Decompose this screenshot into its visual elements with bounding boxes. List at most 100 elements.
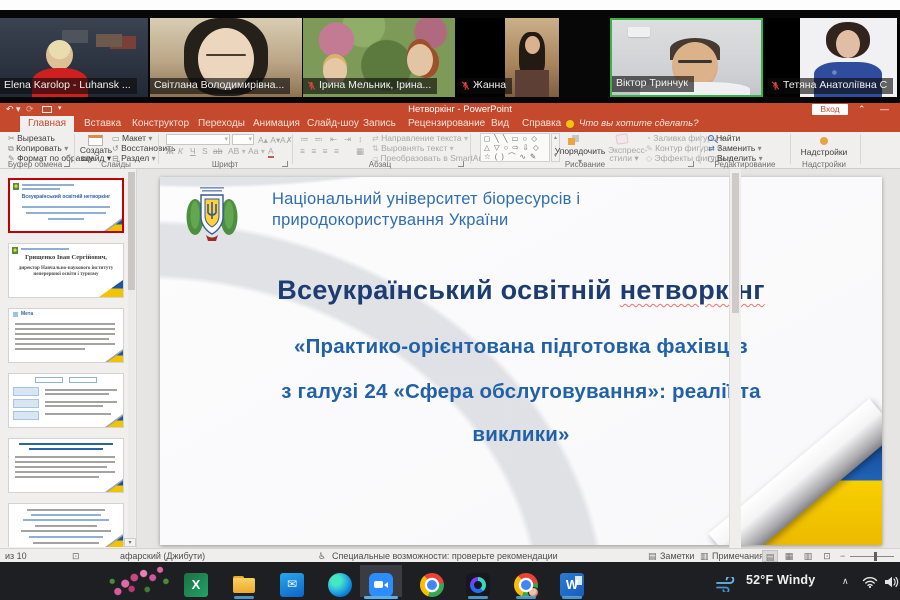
character-spacing-button[interactable]: АВ ▾ xyxy=(228,146,246,157)
start-slideshow-icon[interactable] xyxy=(42,106,52,113)
font-name-combobox[interactable] xyxy=(166,134,230,145)
chrome-taskbar-icon[interactable] xyxy=(420,573,444,597)
slide-canvas[interactable]: Національний університет біоресурсів і п… xyxy=(160,177,882,545)
line-spacing-button[interactable]: ↕ xyxy=(358,134,362,144)
thumbnail-slide-3[interactable]: Мета xyxy=(8,308,124,363)
top-white-strip xyxy=(0,0,900,10)
change-case-button[interactable]: Аа ▾ xyxy=(248,146,265,157)
participant-name: Тетяна Анатоліївна С xyxy=(783,79,887,92)
view-slide-sorter-button[interactable]: ▦ xyxy=(781,550,797,562)
portrait-video xyxy=(505,18,559,97)
tab-retsenzirovanie[interactable]: Рецензирование xyxy=(404,116,489,132)
minimize-button[interactable]: — xyxy=(880,104,889,114)
tab-zapis[interactable]: Запись xyxy=(359,116,400,132)
participant-tile-viktor[interactable]: Віктор Тринчук xyxy=(610,18,763,97)
tray-chevron-icon[interactable]: ∧ xyxy=(842,576,849,587)
underline-button[interactable]: Ч xyxy=(190,146,196,156)
clear-format-button[interactable]: А✗ xyxy=(280,135,293,145)
search-highlight-flower-image[interactable] xyxy=(102,559,176,600)
zoom-out-button[interactable]: − xyxy=(840,551,845,561)
zoom-slider-thumb[interactable] xyxy=(874,552,877,561)
weather-wind-icon xyxy=(716,577,740,592)
person-glasses xyxy=(206,54,246,56)
accessibility-status[interactable]: Специальные возможности: проверьте реком… xyxy=(332,551,558,561)
chrome-profile-taskbar-icon[interactable] xyxy=(514,573,538,597)
participant-tile-zhanna[interactable]: Жанна xyxy=(455,18,560,97)
tab-vstavka[interactable]: Вставка xyxy=(80,116,125,132)
zoom-slider-track[interactable] xyxy=(850,556,894,557)
decrease-indent-button[interactable]: ⇤ xyxy=(330,134,337,144)
thumbnail-slide-6[interactable] xyxy=(8,503,124,547)
font-grow-shrink-buttons[interactable]: А▴ А▾ xyxy=(258,135,280,145)
find-button[interactable]: Найти xyxy=(708,133,740,143)
alignment-buttons[interactable]: ≡ ≡ ≡ ≡ xyxy=(300,146,341,156)
participant-name: Віктор Тринчук xyxy=(616,77,688,90)
thumbnail-slide-2[interactable]: Грищенко Іван Сергійович, директор Навча… xyxy=(8,243,124,298)
view-reading-button[interactable]: ▥ xyxy=(800,550,816,562)
sign-in-button[interactable]: Вход xyxy=(812,104,848,115)
tab-vid[interactable]: Вид xyxy=(487,116,513,132)
tab-spravka[interactable]: Справка xyxy=(518,116,565,132)
redo-icon[interactable]: ⟳ xyxy=(26,104,34,115)
slide-subtitle-line1: «Практико-орієнтована підготовка фахівці… xyxy=(160,335,882,359)
drawing-dialog-launcher[interactable] xyxy=(688,161,694,167)
italic-button[interactable]: К xyxy=(178,146,183,156)
slide-area-scrollbar[interactable] xyxy=(729,169,741,548)
tell-me-box[interactable]: Что вы хотите сделать? xyxy=(579,116,698,132)
scrollbar-thumb[interactable] xyxy=(732,173,739,313)
paragraph-dialog-launcher[interactable] xyxy=(458,161,464,167)
mail-taskbar-icon[interactable]: ✉ xyxy=(280,573,304,597)
participant-name: Ірина Мельник, Ірина... xyxy=(319,79,431,92)
tab-animatsiya[interactable]: Анимация xyxy=(249,116,304,132)
ribbon-display-options-icon[interactable]: ⌃ xyxy=(858,104,866,115)
webex-taskbar-icon[interactable] xyxy=(466,573,490,597)
group-label-editing: Редактирование xyxy=(700,160,790,169)
qat-customize-icon[interactable]: ▾ xyxy=(58,104,62,112)
display-settings-icon[interactable]: ⊡ xyxy=(72,551,80,562)
thumb-heading: Мета xyxy=(21,311,33,317)
file-explorer-taskbar-icon[interactable] xyxy=(232,573,256,597)
columns-button[interactable]: ▦ xyxy=(356,146,364,156)
tab-slideshow[interactable]: Слайд-шоу xyxy=(303,116,363,132)
wifi-icon[interactable] xyxy=(862,576,878,588)
addins-button[interactable]: Надстройки xyxy=(798,147,850,157)
view-normal-button[interactable]: ▤ xyxy=(762,550,778,562)
shapes-gallery[interactable]: ◻ ╲ ╲ ▭ ○ ◇ △ ▽ ○ ⇨ ⇩ ◇ ☆ ( ) ⌒ ∿ ✎ xyxy=(480,133,550,162)
bold-button[interactable]: Ж xyxy=(166,146,174,156)
thumbnail-scrollbar-thumb[interactable] xyxy=(128,172,135,290)
zoom-taskbar-icon[interactable] xyxy=(369,573,393,597)
participant-tile-tetiana[interactable]: Тетяна Анатоліївна С xyxy=(765,18,900,97)
undo-icon[interactable]: ↶ ▾ xyxy=(6,104,21,115)
font-color-button[interactable]: А xyxy=(268,146,274,158)
participant-tile-elena[interactable]: Elena Karolop - Luhansk ... xyxy=(0,18,148,97)
strikethrough-button[interactable]: ab xyxy=(213,146,222,156)
weather-widget[interactable]: 52°F Windy xyxy=(746,573,815,587)
tab-konstruktor[interactable]: Конструктор xyxy=(128,116,193,132)
comments-button[interactable]: Примечания xyxy=(712,551,764,561)
bullets-button[interactable]: ≔ xyxy=(300,134,309,144)
numbering-button[interactable]: ≕ xyxy=(314,134,323,144)
view-slideshow-button[interactable]: ⊡ xyxy=(819,550,835,562)
volume-icon[interactable] xyxy=(884,576,900,588)
thumbnail-scroll-down-icon[interactable]: ▾ xyxy=(124,538,136,547)
increase-indent-button[interactable]: ⇥ xyxy=(344,134,351,144)
thumb-logo xyxy=(12,247,18,254)
font-size-combobox[interactable] xyxy=(232,134,254,145)
thumbnail-slide-4[interactable] xyxy=(8,373,124,428)
edge-taskbar-icon[interactable] xyxy=(328,573,352,597)
word-taskbar-icon[interactable]: W xyxy=(560,573,584,597)
text-shadow-button[interactable]: S xyxy=(202,146,208,156)
participant-tile-iryna[interactable]: Ірина Мельник, Ірина... xyxy=(303,18,455,97)
notes-button[interactable]: Заметки xyxy=(660,551,694,561)
font-dialog-launcher[interactable] xyxy=(282,161,288,167)
tab-perekhody[interactable]: Переходы xyxy=(194,116,249,132)
clipboard-dialog-launcher[interactable] xyxy=(64,161,70,167)
muted-mic-icon xyxy=(771,80,780,91)
thumbnail-slide-5[interactable] xyxy=(8,438,124,493)
tab-glavnaya[interactable]: Главная xyxy=(20,116,74,132)
excel-taskbar-icon[interactable]: X xyxy=(184,573,208,597)
thumbnail-slide-1[interactable]: Всеукраїнський освітній нетворкінг xyxy=(8,178,124,233)
participant-tile-svitlana[interactable]: Світлана Володимирівна... xyxy=(150,18,302,97)
find-icon xyxy=(708,135,714,141)
language-indicator[interactable]: афарский (Джибути) xyxy=(120,551,205,561)
